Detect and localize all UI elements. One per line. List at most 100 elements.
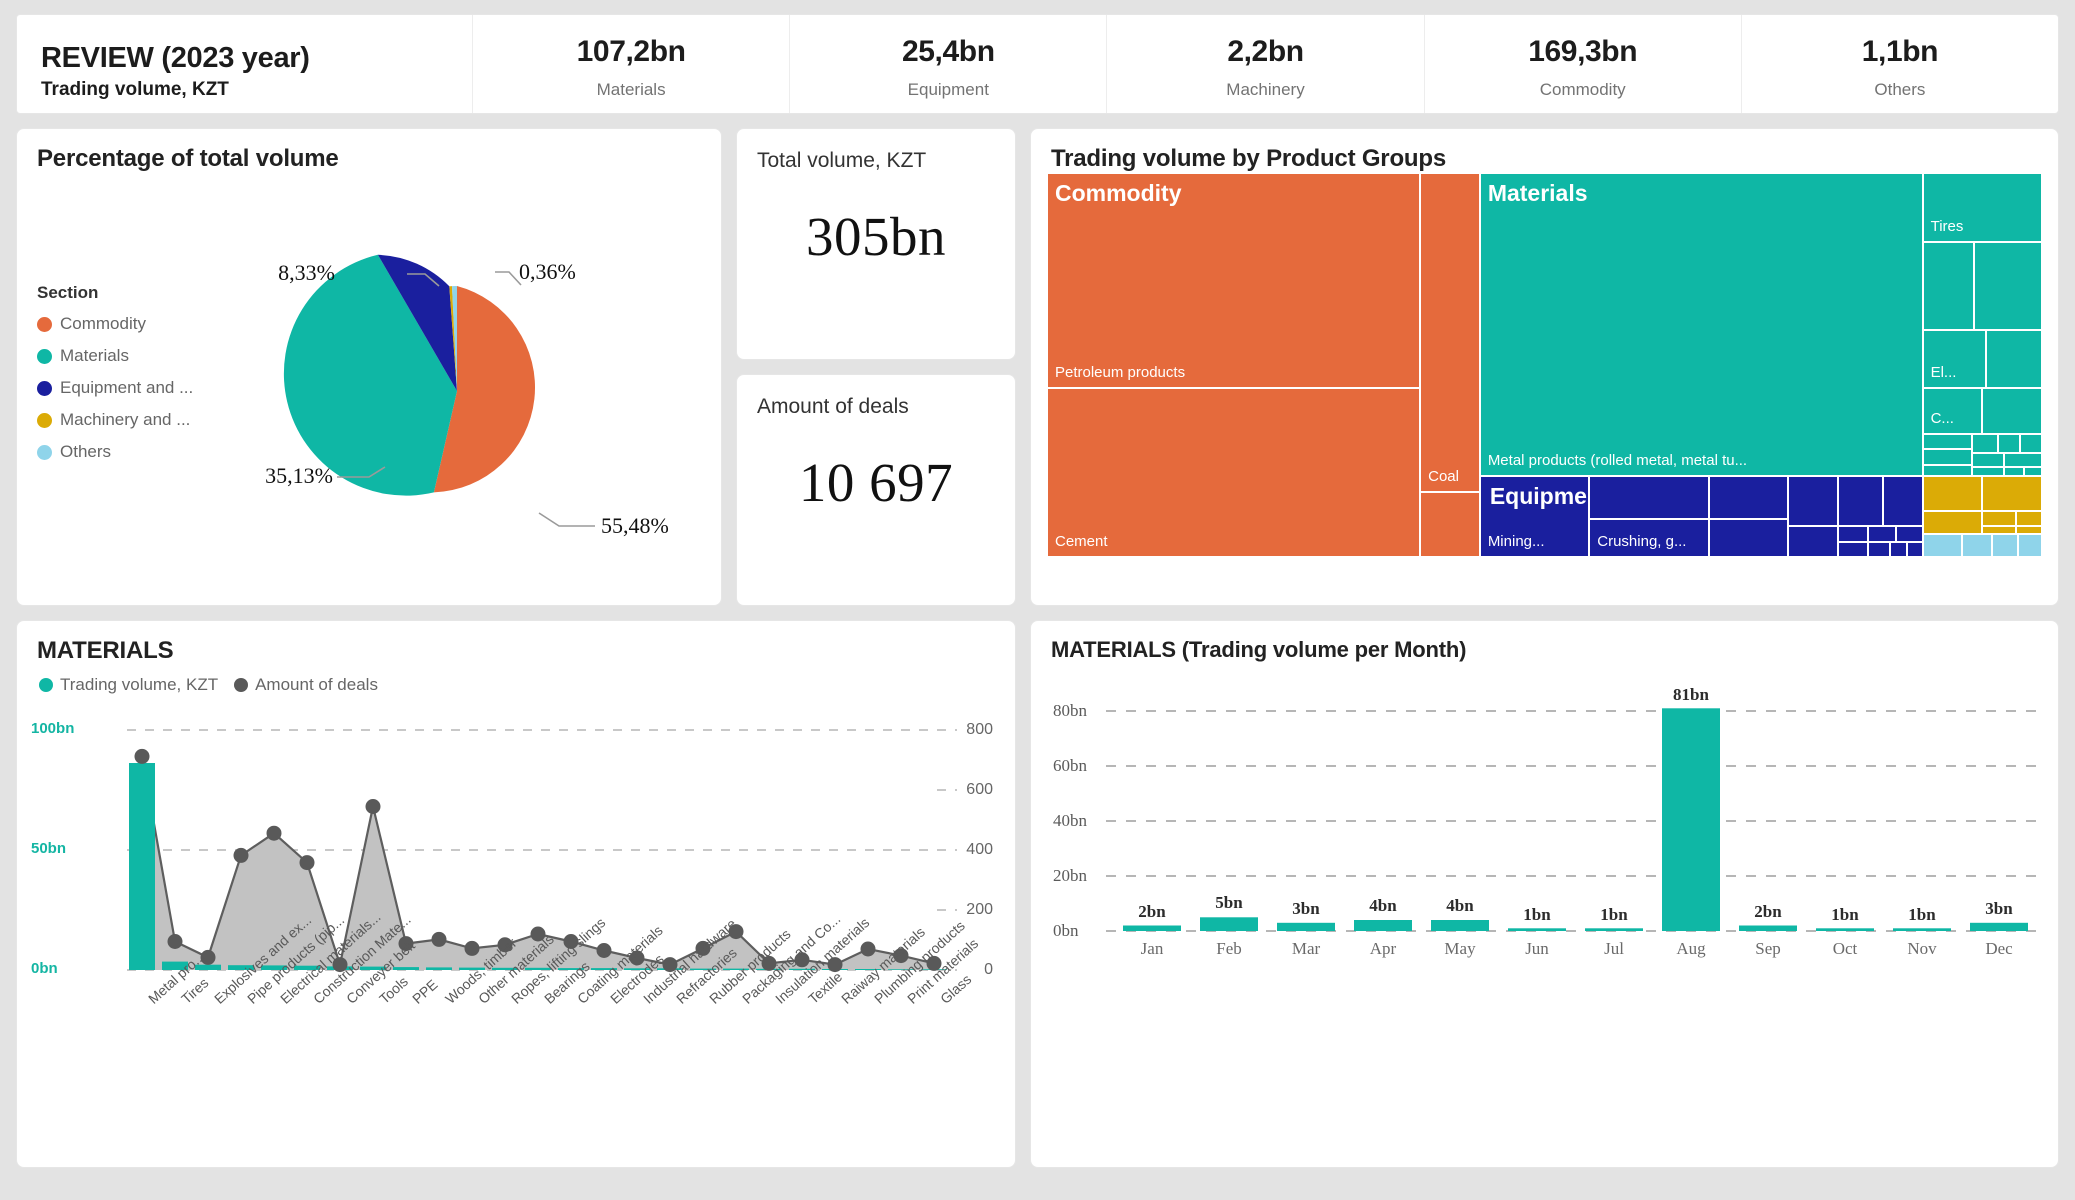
treemap-tile-label: El... — [1930, 364, 1957, 382]
treemap-tile-crushing[interactable]: Crushing, g... — [1589, 518, 1709, 557]
treemap-tile-materials-h[interactable] — [1972, 434, 1999, 454]
treemap-tile-equipment-i[interactable] — [1788, 526, 1839, 557]
report-title-block: REVIEW (2023 year) Trading volume, KZT — [17, 15, 472, 113]
treemap-tile-materials-d[interactable] — [1982, 388, 2042, 435]
treemap-tile-equipment-e[interactable] — [1708, 518, 1789, 557]
treemap-tile-materials-m[interactable] — [1972, 466, 2005, 477]
treemap-tile-tires[interactable]: Tires — [1922, 173, 2042, 243]
monthly-bars[interactable] — [1123, 708, 2028, 931]
combo-chart-svg[interactable] — [17, 695, 1016, 995]
treemap-tile-materials-k[interactable] — [1972, 453, 2005, 467]
y-tick-60bn: 60bn — [1053, 756, 1087, 775]
treemap-group-label: Commodity — [1055, 180, 1182, 206]
treemap-tile-equipment-m[interactable] — [1838, 541, 1868, 557]
legend-item-equipment[interactable]: Equipment and ... — [37, 378, 193, 398]
treemap-tile-equipment-main[interactable]: Equipment and Spare parts Mining... — [1479, 476, 1590, 557]
bar-jul — [1585, 928, 1643, 931]
treemap-tile-materials-c[interactable] — [1986, 330, 2042, 389]
treemap-tile-materials-e[interactable] — [1922, 434, 1973, 450]
treemap-tile-materials-i[interactable] — [1998, 434, 2021, 454]
kpi-others[interactable]: 1,1bn Others — [1740, 15, 2058, 113]
kpi-label: Equipment — [907, 79, 989, 99]
legend-item-commodity[interactable]: Commodity — [37, 314, 193, 334]
treemap-tile-equipment-h[interactable] — [1882, 476, 1923, 527]
treemap-tile-others-d[interactable] — [2018, 533, 2042, 557]
right-axis-tick-0: 0 — [984, 961, 993, 978]
treemap-tile-materials-n[interactable] — [2004, 466, 2025, 477]
treemap-tile-coal[interactable]: Coal — [1420, 173, 1480, 492]
treemap-tile-equipment-k[interactable] — [1867, 526, 1896, 542]
combo-legend-item-deals[interactable]: Amount of deals — [234, 675, 378, 695]
legend-item-others[interactable]: Others — [37, 442, 193, 462]
treemap-tile-materials-j[interactable] — [2020, 434, 2042, 454]
x-label-month: Aug — [1676, 939, 1706, 958]
kpi-label: Others — [1874, 79, 1926, 99]
legend-label: Machinery and ... — [60, 410, 191, 429]
kpi-materials[interactable]: 107,2bn Materials — [472, 15, 789, 113]
treemap-tile-equipment-j[interactable] — [1838, 526, 1868, 542]
amount-of-deals-card[interactable]: Amount of deals 10 697 — [736, 374, 1016, 606]
bar-mar — [1277, 922, 1335, 931]
treemap-tile-petroleum-products[interactable]: Commodity Petroleum products — [1047, 173, 1421, 389]
treemap-group-label: Equipment and Spare parts — [1489, 483, 1588, 510]
treemap-tile-equipment-d[interactable] — [1708, 476, 1789, 519]
treemap-tile-materials-l[interactable] — [2004, 453, 2042, 467]
legend-swatch-icon — [39, 678, 53, 692]
kpi-value: 169,3bn — [1528, 34, 1638, 68]
page-subtitle: Trading volume, KZT — [41, 79, 229, 100]
legend-item-machinery[interactable]: Machinery and ... — [37, 410, 193, 430]
treemap-tile-materials-o[interactable] — [2024, 466, 2042, 477]
monthly-chart-svg[interactable] — [1031, 681, 2056, 971]
treemap-tile-machinery-b[interactable] — [1982, 476, 2042, 511]
right-axis-tick-200: 200 — [966, 901, 993, 918]
kpi-commodity[interactable]: 169,3bn Commodity — [1423, 15, 1741, 113]
treemap-tile-equipment-o[interactable] — [1889, 541, 1907, 557]
treemap-tile-others-a[interactable] — [1922, 533, 1963, 557]
monthly-plot-area[interactable]: 80bn 60bn 40bn 20bn 0bn 2bn 5bn 3bn 4bn … — [1031, 681, 2058, 971]
legend-label: Commodity — [60, 314, 146, 333]
treemap-tile-equipment-f[interactable] — [1788, 476, 1839, 527]
pie-chart-svg[interactable]: 8,33% 35,13% 0,36% 55,48% — [247, 201, 707, 561]
treemap-tile-others-b[interactable] — [1962, 533, 1993, 557]
bar-jan — [1123, 925, 1181, 931]
treemap-tile-materials-g[interactable] — [1922, 464, 1973, 477]
treemap-tile-others-c[interactable] — [1992, 533, 2019, 557]
treemap-tile-machinery-g[interactable] — [2016, 526, 2042, 534]
combo-legend-item-volume[interactable]: Trading volume, KZT — [39, 675, 218, 695]
treemap-plot[interactable]: Commodity Petroleum products Cement Coal — [1047, 173, 2042, 557]
amount-of-deals-value: 10 697 — [798, 452, 954, 513]
treemap-tile-cement[interactable]: Cement — [1047, 388, 1421, 557]
dashboard-grid: Percentage of total volume Section Commo… — [16, 128, 2059, 1168]
kpi-machinery[interactable]: 2,2bn Machinery — [1106, 15, 1423, 113]
combo-legend: Trading volume, KZT Amount of deals — [17, 665, 1015, 695]
treemap-tile-equipment-l[interactable] — [1895, 526, 1923, 542]
treemap-tile-machinery-a[interactable] — [1922, 476, 1983, 511]
treemap-tile-machinery-c[interactable] — [1922, 510, 1983, 534]
pie-legend: Section Commodity Materials Equipment an… — [37, 283, 193, 474]
combo-plot-area[interactable]: 100bn 50bn 0bn 800 600 400 200 0 Metal p… — [17, 695, 1016, 1007]
x-label-month: Mar — [1291, 939, 1321, 958]
treemap-tile-metal-products[interactable]: Materials Metal products (rolled metal, … — [1479, 173, 1923, 477]
kpi-equipment[interactable]: 25,4bn Equipment — [789, 15, 1106, 113]
treemap-tile-machinery-e[interactable] — [2016, 510, 2042, 527]
treemap-tile-equipment-n[interactable] — [1867, 541, 1890, 557]
treemap-tile-materials-f[interactable] — [1922, 449, 1973, 465]
treemap-tile-equipment-b[interactable] — [1589, 476, 1709, 519]
treemap-tile-materials-b[interactable] — [1974, 242, 2042, 331]
treemap-tile-materials-a[interactable] — [1922, 242, 1975, 331]
treemap-tile-label: Metal products (rolled metal, metal tu..… — [1487, 452, 1748, 470]
treemap-tile-electrical[interactable]: El... — [1922, 330, 1987, 389]
legend-item-materials[interactable]: Materials — [37, 346, 193, 366]
total-volume-card[interactable]: Total volume, KZT 305bn — [736, 128, 1016, 360]
bar-value-label: 2bn — [1138, 902, 1166, 921]
treemap-tile-construction[interactable]: C... — [1922, 388, 1983, 435]
pie-leader-machinery — [495, 271, 522, 286]
treemap-tile-equipment-g[interactable] — [1838, 476, 1883, 527]
treemap-tile-commodity-misc[interactable] — [1420, 491, 1480, 557]
treemap-tile-machinery-f[interactable] — [1982, 526, 2017, 534]
treemap-tile-machinery-d[interactable] — [1982, 510, 2017, 527]
treemap-tile-equipment-p[interactable] — [1906, 541, 1923, 557]
bar-sep — [1739, 925, 1797, 931]
pie-legend-heading: Section — [37, 283, 99, 302]
legend-label: Materials — [60, 346, 129, 365]
